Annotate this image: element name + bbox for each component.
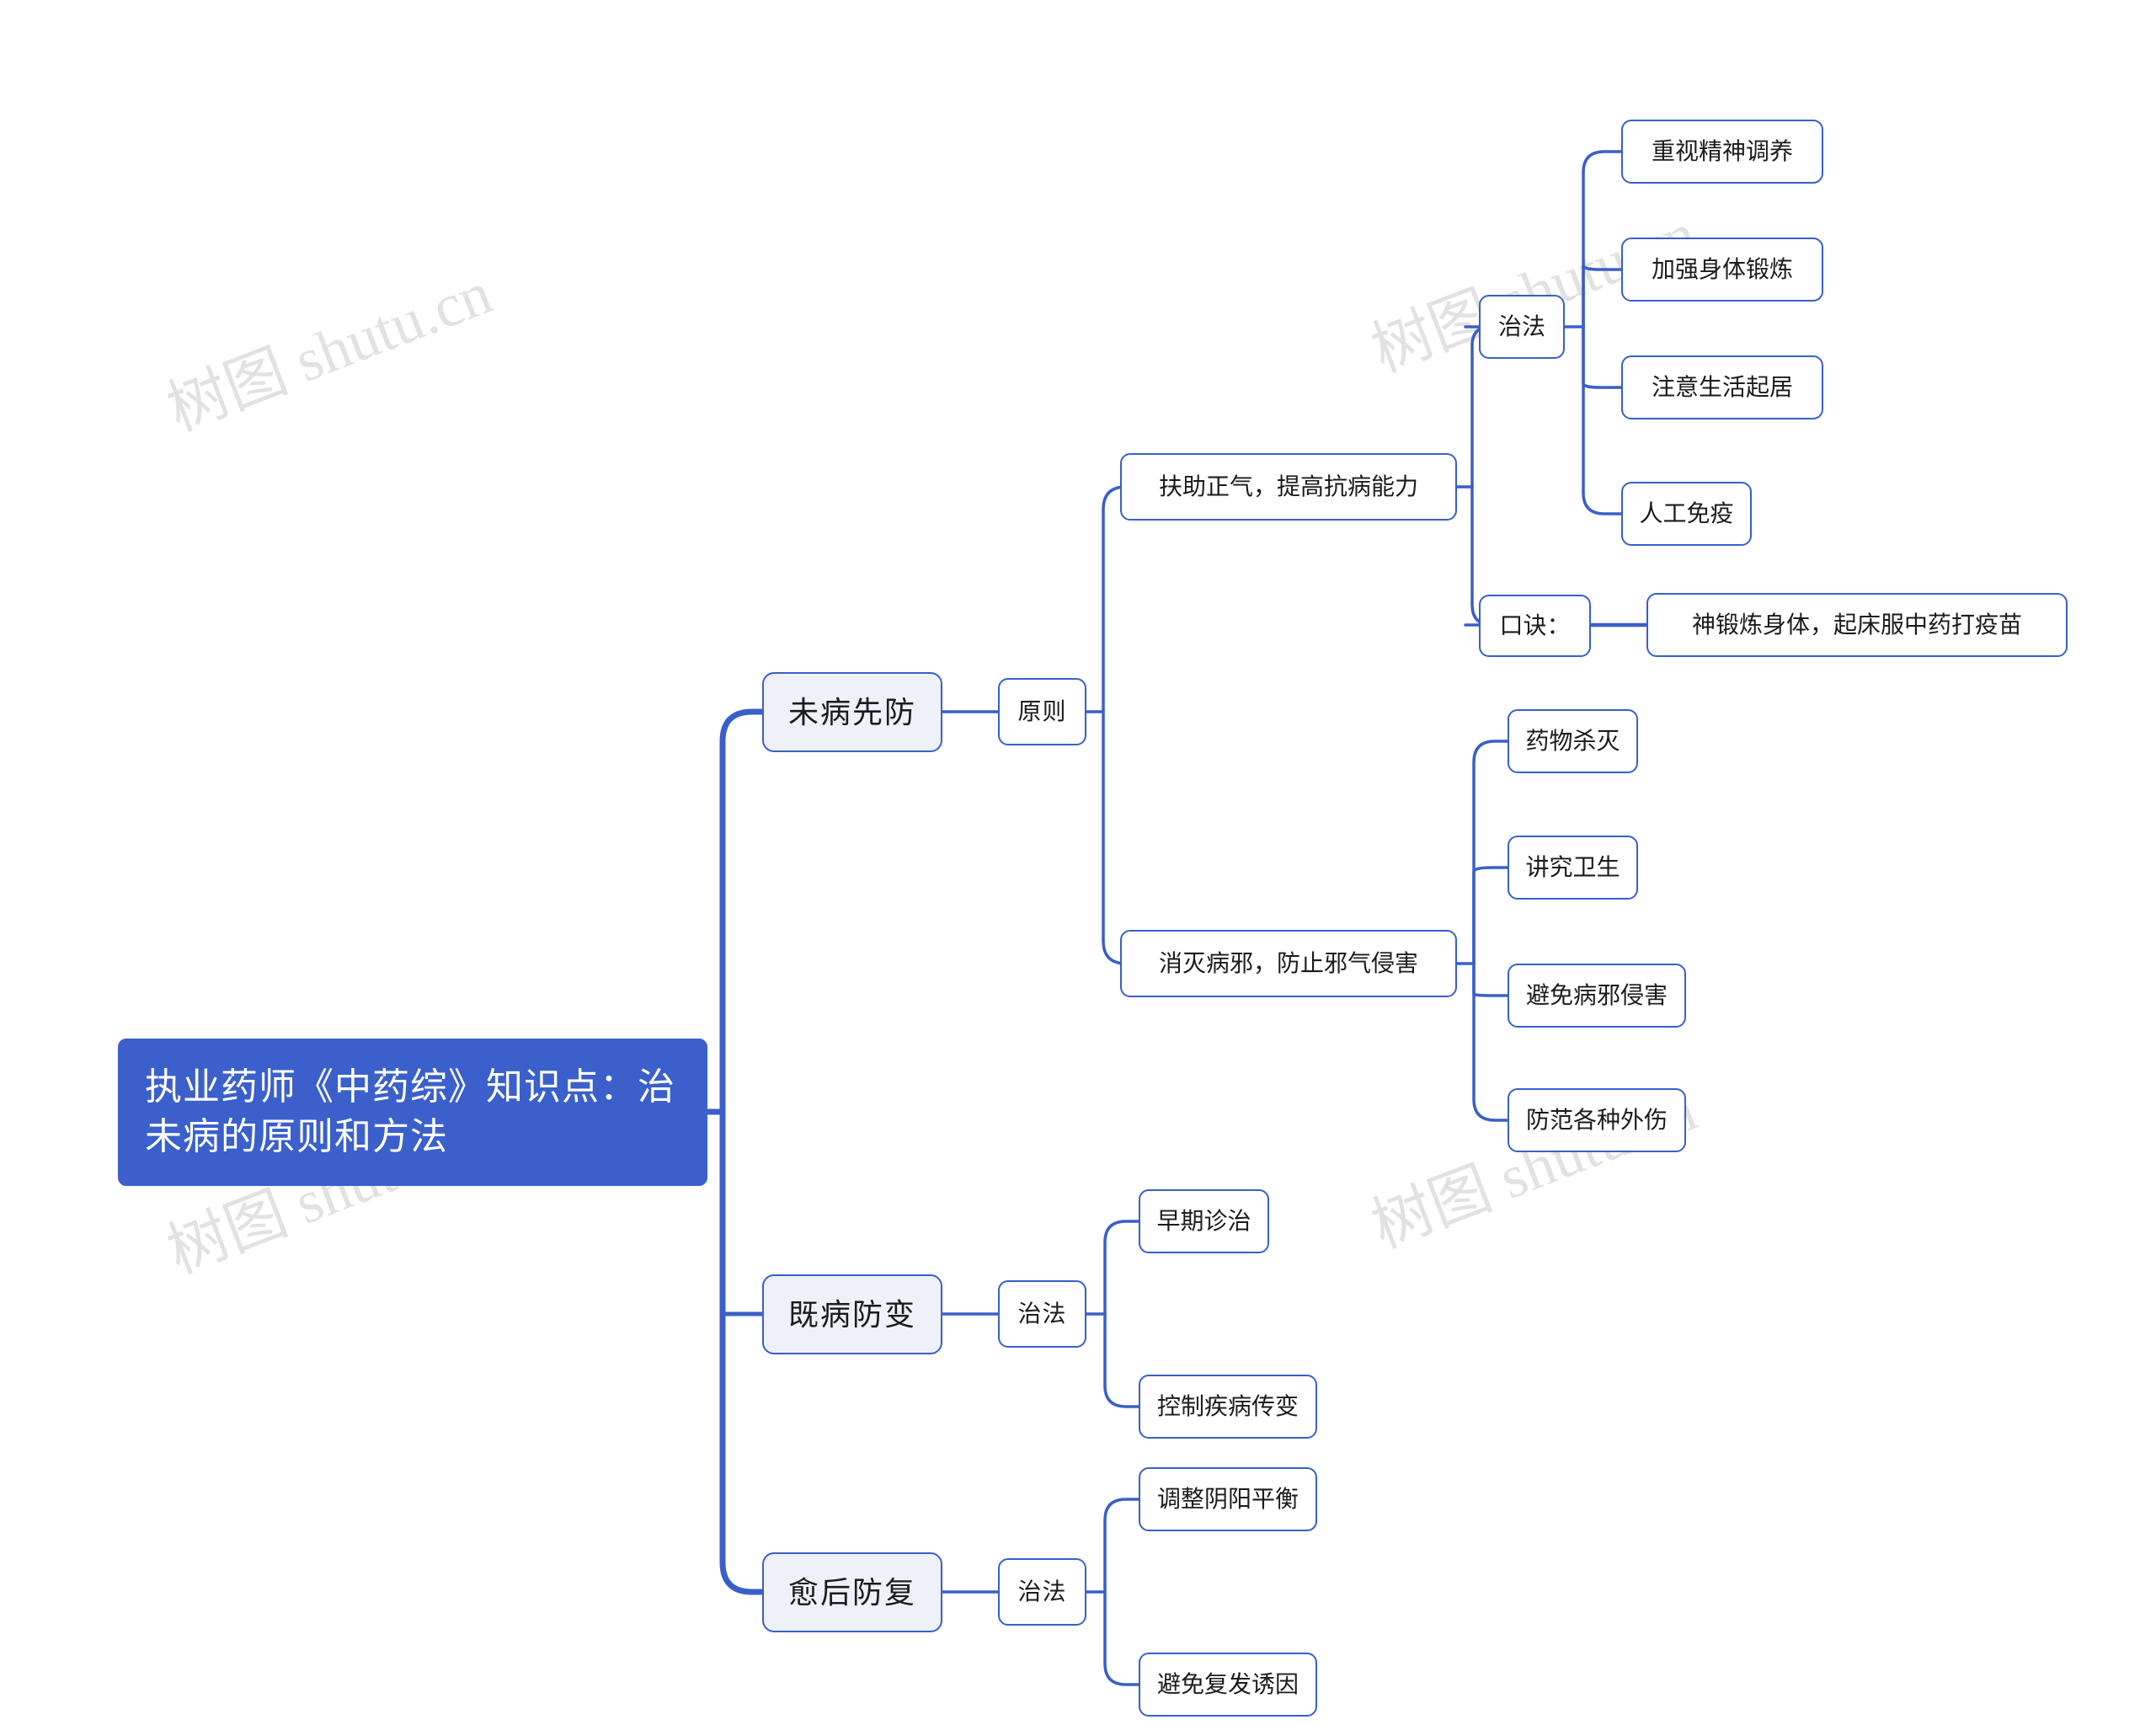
node-label: 原则 xyxy=(1017,697,1067,724)
node-label: 避免复发诱因 xyxy=(1156,1670,1299,1697)
node-label: 既病防变 xyxy=(787,1296,916,1332)
node-jiaqiangshentiduanlian[interactable]: 加强身体锻炼 xyxy=(1621,238,1823,302)
branch-node-yuhoufangfu[interactable]: 愈后防复 xyxy=(762,1552,942,1632)
node-label: 消灭病邪，防止邪气侵害 xyxy=(1158,949,1418,976)
root-node[interactable]: 执业药师《中药综》知识点：治未病的原则和方法 xyxy=(118,1039,707,1186)
node-jiangjiuweisheng[interactable]: 讲究卫生 xyxy=(1508,836,1638,900)
node-kongzhijibingchuanbian[interactable]: 控制疾病传变 xyxy=(1139,1375,1317,1439)
node-xiaomiebingxie[interactable]: 消灭病邪，防止邪气侵害 xyxy=(1120,930,1457,997)
node-label: 防范各种外伤 xyxy=(1525,1106,1668,1133)
node-label: 治法 xyxy=(1497,312,1545,339)
node-label: 愈后防复 xyxy=(787,1574,916,1610)
node-label: 药物杀灭 xyxy=(1525,727,1620,754)
node-label: 未病先防 xyxy=(787,694,916,729)
node-label: 重视精神调养 xyxy=(1651,137,1793,164)
node-tiaozhengyinyangpingheng[interactable]: 调整阴阳平衡 xyxy=(1139,1467,1317,1531)
node-koujue-text[interactable]: 神锻炼身体，起床服中药打疫苗 xyxy=(1646,593,2068,657)
node-yuanze[interactable]: 原则 xyxy=(998,678,1086,745)
node-label: 扶助正气，提高抗病能力 xyxy=(1158,473,1418,499)
node-zhifa-fuzhuzhengqi[interactable]: 治法 xyxy=(1479,295,1565,359)
node-label: 早期诊治 xyxy=(1156,1207,1251,1234)
node-bimianbingxieqinhai[interactable]: 避免病邪侵害 xyxy=(1508,964,1686,1028)
node-layer: 执业药师《中药综》知识点：治未病的原则和方法 未病先防 原则 扶助正气，提高抗病… xyxy=(0,0,2156,1725)
node-label: 治法 xyxy=(1017,1300,1067,1327)
root-node-label: 执业药师《中药综》知识点：治未病的原则和方法 xyxy=(145,1066,675,1157)
node-label: 讲究卫生 xyxy=(1525,853,1620,880)
node-zhifa-yuhoufangfu[interactable]: 治法 xyxy=(998,1558,1086,1626)
node-fuzhuzhengqi[interactable]: 扶助正气，提高抗病能力 xyxy=(1120,453,1457,521)
node-label: 控制疾病传变 xyxy=(1156,1392,1299,1419)
node-bimianfufayouyin[interactable]: 避免复发诱因 xyxy=(1139,1653,1317,1717)
node-label: 神锻炼身体，起床服中药打疫苗 xyxy=(1691,611,2022,638)
node-yaowushamie[interactable]: 药物杀灭 xyxy=(1508,709,1638,773)
node-rengongmianyi[interactable]: 人工免疫 xyxy=(1621,482,1752,546)
branch-node-weibingxianfang[interactable]: 未病先防 xyxy=(762,672,942,752)
node-zhifa-jibingfangbian[interactable]: 治法 xyxy=(998,1280,1086,1348)
node-zhongshijingshentiaoyang[interactable]: 重视精神调养 xyxy=(1621,120,1823,184)
node-label: 调整阴阳平衡 xyxy=(1156,1485,1299,1512)
node-label: 口诀： xyxy=(1499,611,1571,638)
node-label: 加强身体锻炼 xyxy=(1651,255,1793,282)
node-label: 人工免疫 xyxy=(1639,499,1734,526)
mindmap-canvas: 树图 shutu.cn 树图 shutu.cn 树图 shutu.cn 树图 s… xyxy=(0,0,2156,1725)
node-koujue[interactable]: 口诀： xyxy=(1479,595,1591,657)
node-zhuyishenghuoqiju[interactable]: 注意生活起居 xyxy=(1621,355,1823,419)
node-label: 注意生活起居 xyxy=(1651,373,1793,400)
branch-node-jibingfangbian[interactable]: 既病防变 xyxy=(762,1274,942,1354)
node-label: 避免病邪侵害 xyxy=(1525,981,1668,1008)
node-label: 治法 xyxy=(1017,1578,1067,1605)
node-fangfangezhongwaishang[interactable]: 防范各种外伤 xyxy=(1508,1088,1686,1152)
node-zaoqizhenzhi[interactable]: 早期诊治 xyxy=(1139,1189,1269,1253)
